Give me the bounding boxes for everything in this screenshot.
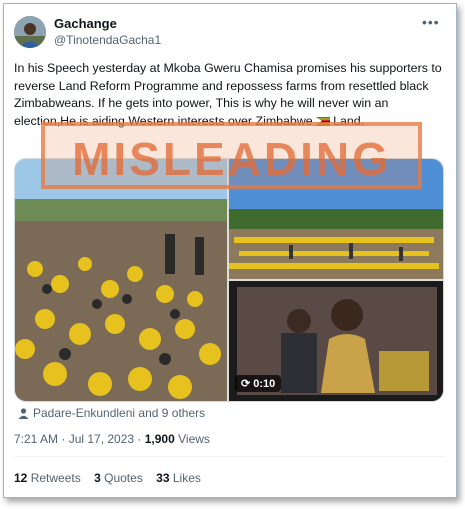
quotes-count: 3: [94, 471, 101, 485]
divider: [14, 456, 444, 457]
misleading-stamp: MISLEADING: [41, 122, 422, 189]
likes-count: 33: [156, 471, 170, 485]
retweets-stat[interactable]: 12 Retweets: [14, 471, 81, 485]
retweets-count: 12: [14, 471, 28, 485]
engagement-stats: 12 Retweets 3 Quotes 33 Likes: [14, 471, 211, 485]
tweet-text: In his Speech yesterday at Mkoba Gweru C…: [14, 60, 442, 130]
avatar[interactable]: [14, 16, 46, 48]
views-label: Views: [174, 432, 210, 446]
video-duration: ⟳ 0:10: [235, 375, 282, 392]
timestamp[interactable]: 7:21 AM · Jul 17, 2023 ·: [14, 432, 145, 446]
video-duration-label: 0:10: [253, 378, 276, 390]
tweet-card: Gachange @TinotendaGacha1 ••• In his Spe…: [3, 3, 457, 498]
tweet-body: In his Speech yesterday at Mkoba Gweru C…: [14, 61, 442, 128]
user-handle[interactable]: @TinotendaGacha1: [54, 33, 161, 47]
stamp-label: MISLEADING: [72, 133, 391, 185]
retweets-label: Retweets: [30, 471, 81, 485]
likes-stat[interactable]: 33 Likes: [156, 471, 201, 485]
more-options-icon[interactable]: •••: [422, 14, 440, 30]
replay-icon: ⟳: [241, 378, 251, 390]
likes-label: Likes: [172, 471, 201, 485]
crowd-photo[interactable]: [15, 159, 227, 401]
media-grid: ⟳ 0:10: [14, 158, 444, 402]
person-icon: [18, 408, 29, 419]
video-thumbnail[interactable]: ⟳ 0:10: [229, 281, 443, 401]
tagged-users[interactable]: Padare-Enkundleni and 9 others: [18, 406, 205, 420]
views-count: 1,900: [144, 432, 175, 446]
quotes-label: Quotes: [104, 471, 143, 485]
tweet-meta: 7:21 AM · Jul 17, 2023 · 1,900 Views: [14, 432, 210, 446]
display-name[interactable]: Gachange: [54, 16, 117, 31]
tagged-text: Padare-Enkundleni and 9 others: [33, 406, 206, 420]
quotes-stat[interactable]: 3 Quotes: [94, 471, 143, 485]
